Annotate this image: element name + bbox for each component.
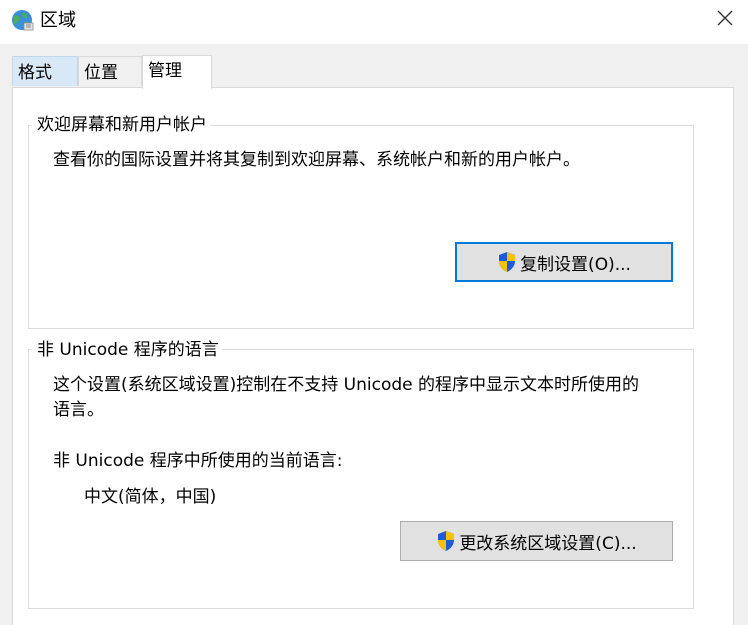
current-language-label: 非 Unicode 程序中所使用的当前语言: [53,451,343,471]
tab-strip: 格式 位置 管理 [0,44,748,89]
non-unicode-group-legend: 非 Unicode 程序的语言 [31,339,222,361]
copy-settings-label: 复制设置(O)... [520,254,631,275]
window-title: 区域 [40,10,76,31]
uac-shield-icon [436,530,456,552]
tab-administrative[interactable]: 管理 [142,55,212,89]
tab-location[interactable]: 位置 [78,56,142,86]
tab-format[interactable]: 格式 [12,56,78,86]
welcome-group-description: 查看你的国际设置并将其复制到欢迎屏幕、系统帐户和新的用户帐户。 [53,150,580,170]
non-unicode-description-line1: 这个设置(系统区域设置)控制在不支持 Unicode 的程序中显示文本时所使用的 [53,375,640,395]
close-button[interactable] [702,0,748,40]
copy-settings-button[interactable]: 复制设置(O)... [455,242,673,282]
uac-shield-icon [497,251,517,273]
non-unicode-description-line2: 语言。 [53,400,104,420]
title-bar: 区域 [0,0,748,44]
close-icon [717,10,733,31]
current-language-value: 中文(简体，中国) [84,487,217,507]
change-system-locale-label: 更改系统区域设置(C)... [459,533,637,554]
welcome-group-legend: 欢迎屏幕和新用户帐户 [31,114,210,136]
globe-region-icon [10,8,34,32]
change-system-locale-button[interactable]: 更改系统区域设置(C)... [400,521,673,561]
